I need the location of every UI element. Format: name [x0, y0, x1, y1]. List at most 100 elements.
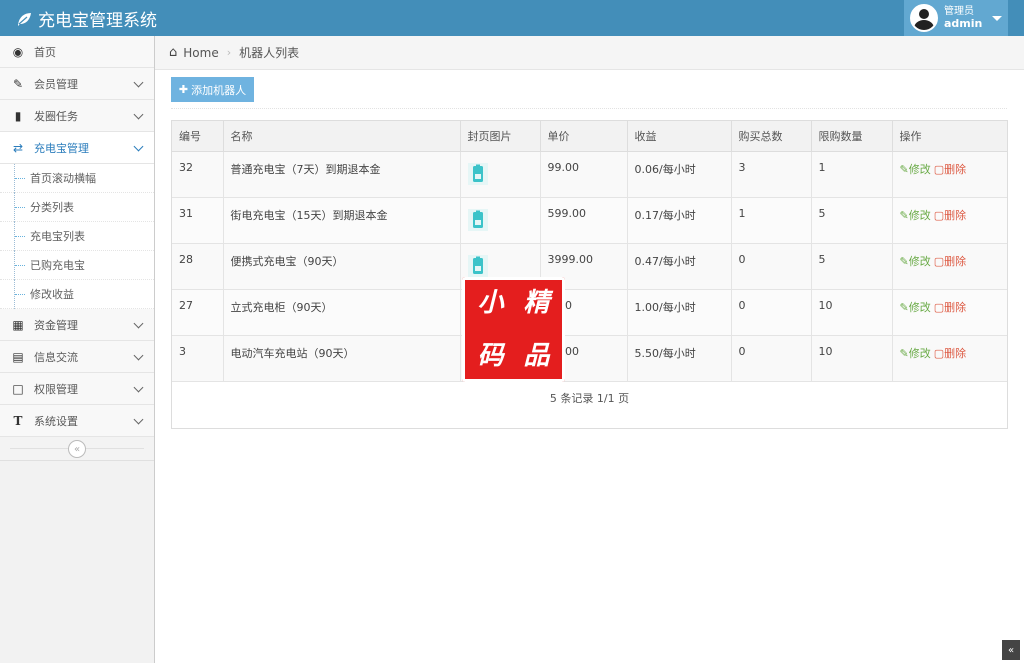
cell-actions: ✎修改 ▢删除: [892, 335, 1007, 382]
col-name[interactable]: 名称: [223, 121, 461, 152]
cell-total: 0: [731, 243, 812, 290]
caret-down-icon: [992, 15, 1003, 21]
breadcrumb-current: 机器人列表: [239, 46, 300, 60]
delete-link[interactable]: ▢删除: [934, 255, 966, 268]
pencil-icon: ✎: [899, 254, 909, 268]
sidebar-item-home[interactable]: ◉ 首页: [0, 36, 154, 68]
delete-link[interactable]: ▢删除: [934, 347, 966, 360]
sidebar-item-funds[interactable]: ▦ 资金管理: [0, 309, 154, 341]
cell-id: 32: [172, 151, 224, 198]
table-row: 32 普通充电宝（7天）到期退本金 99.00 0.06/每小时 3 1 ✎修改 ▢删除: [172, 151, 1007, 198]
cell-price: 599.00: [540, 197, 628, 244]
chevron-down-icon: [133, 141, 144, 152]
col-income[interactable]: 收益: [627, 121, 732, 152]
chevron-down-icon: [133, 382, 144, 393]
cell-limit: 10: [811, 335, 893, 382]
stamp-char: 精: [523, 288, 550, 319]
sidebar-item-tasks[interactable]: ▮ 发圈任务: [0, 100, 154, 132]
brand[interactable]: 充电宝管理系统: [16, 6, 157, 31]
subitem-purchased[interactable]: 已购充电宝: [0, 251, 154, 280]
table-row: 3电动汽车充电站（90天）00.005.50/每小时010✎修改▢删除: [172, 335, 1007, 382]
calendar-icon: ▦: [12, 317, 24, 332]
list-icon: ▤: [12, 349, 24, 364]
sidebar: ◉ 首页 ✎ 会员管理 ▮ 发圈任务 ⇄ 充电宝管理 首页滚动横幅 分类列表 充…: [0, 36, 155, 663]
trash-icon: ▢: [933, 162, 945, 176]
col-cover[interactable]: 封页图片: [460, 121, 541, 152]
chevron-down-icon: [133, 318, 144, 329]
trash-icon: ▢: [933, 208, 945, 222]
edit-link[interactable]: ✎修改: [900, 255, 931, 268]
pencil-icon: ✎: [899, 300, 909, 314]
pencil-icon: ✎: [899, 208, 909, 222]
cell-id: 27: [172, 289, 224, 336]
subitem-categories[interactable]: 分类列表: [0, 193, 154, 222]
cell-limit: 10: [811, 289, 893, 336]
cell-income: 5.50/每小时: [627, 335, 732, 382]
cell-total: 3: [731, 151, 812, 198]
stamp-char: 码: [477, 340, 504, 371]
breadcrumb: ⌂ Home › 机器人列表: [155, 36, 1024, 70]
chevron-down-icon: [133, 414, 144, 425]
edit-link[interactable]: ✎修改: [900, 347, 931, 360]
leaf-icon: [18, 12, 31, 26]
cell-actions: ✎修改 ▢删除: [892, 151, 1007, 198]
cell-name: 立式充电柜（90天）: [223, 289, 461, 336]
stamp-char: 小: [477, 288, 504, 319]
sidebar-item-messages[interactable]: ▤ 信息交流: [0, 341, 154, 373]
powerbank-icon[interactable]: [467, 254, 488, 277]
chevron-down-icon: [133, 109, 144, 120]
edit-link[interactable]: ✎修改: [900, 163, 931, 176]
cell-cover: [460, 151, 541, 198]
powerbank-icon[interactable]: [467, 162, 488, 185]
user-menu[interactable]: 管理员 admin: [904, 0, 1008, 36]
delete-link[interactable]: ▢删除: [934, 301, 966, 314]
col-actions: 操作: [892, 121, 1007, 152]
cell-name: 便携式充电宝（90天）: [223, 243, 461, 290]
sidebar-collapse-bar: «: [0, 437, 154, 461]
col-total[interactable]: 购买总数: [731, 121, 812, 152]
edit-link[interactable]: ✎修改: [900, 209, 931, 222]
plus-icon: ✚: [178, 83, 189, 96]
sidebar-item-permissions[interactable]: □ 权限管理: [0, 373, 154, 405]
cell-actions: ✎修改 ▢删除: [892, 243, 1007, 290]
add-robot-button[interactable]: ✚ 添加机器人: [171, 77, 254, 102]
cell-income: 0.06/每小时: [627, 151, 732, 198]
cell-id: 31: [172, 197, 224, 244]
subitem-edit-income[interactable]: 修改收益: [0, 280, 154, 309]
top-navbar: 充电宝管理系统 管理员 admin: [0, 0, 1024, 36]
divider: [171, 108, 1007, 109]
powerbank-icon[interactable]: [467, 208, 488, 231]
subitem-powerbank-list[interactable]: 充电宝列表: [0, 222, 154, 251]
table-row: 31 街电充电宝（15天）到期退本金 599.00 0.17/每小时 1 5 ✎修改 ▢删除: [172, 197, 1007, 244]
col-limit[interactable]: 限购数量: [811, 121, 893, 152]
cell-total: 1: [731, 197, 812, 244]
cell-income: 0.47/每小时: [627, 243, 732, 290]
breadcrumb-home[interactable]: Home: [183, 46, 218, 60]
dashboard-icon: ◉: [12, 44, 24, 59]
collapse-icon[interactable]: «: [68, 440, 86, 458]
stamp-char: 品: [523, 340, 550, 371]
scroll-to-top-button[interactable]: «: [1002, 640, 1020, 660]
col-id[interactable]: 编号: [172, 121, 224, 152]
delete-link[interactable]: ▢删除: [934, 163, 966, 176]
sidebar-item-members[interactable]: ✎ 会员管理: [0, 68, 154, 100]
cell-actions: ✎修改 ▢删除: [892, 289, 1007, 336]
cell-name: 街电充电宝（15天）到期退本金: [223, 197, 461, 244]
user-name: admin: [944, 16, 983, 30]
avatar: [910, 4, 938, 32]
pencil-icon: ✎: [899, 346, 909, 360]
watermark-stamp: 小 精 码 品: [462, 277, 565, 382]
edit-link[interactable]: ✎修改: [900, 301, 931, 314]
sidebar-item-powerbank[interactable]: ⇄ 充电宝管理: [0, 132, 154, 164]
pencil-icon: ✎: [899, 162, 909, 176]
sidebar-item-settings[interactable]: T 系统设置: [0, 405, 154, 437]
cell-limit: 5: [811, 197, 893, 244]
delete-link[interactable]: ▢删除: [934, 209, 966, 222]
pagination-info: 5 条记录 1/1 页: [549, 391, 630, 405]
subitem-banner[interactable]: 首页滚动横幅: [0, 164, 154, 193]
col-price[interactable]: 单价: [540, 121, 628, 152]
cell-income: 0.17/每小时: [627, 197, 732, 244]
cell-total: 0: [731, 289, 812, 336]
cell-limit: 1: [811, 151, 893, 198]
cell-id: 28: [172, 243, 224, 290]
